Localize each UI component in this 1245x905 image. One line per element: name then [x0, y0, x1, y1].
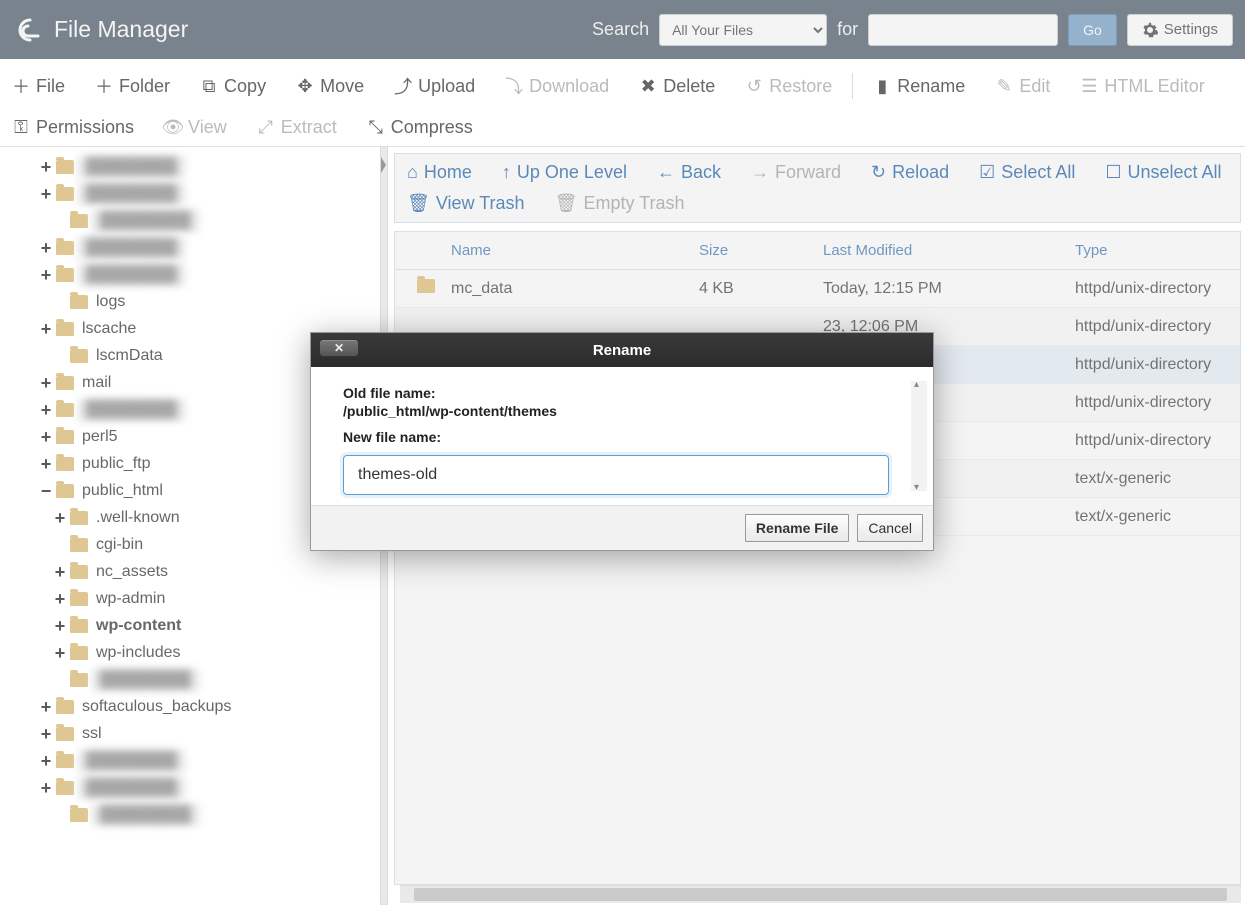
dialog-title: Rename [593, 342, 651, 359]
cancel-button[interactable]: Cancel [857, 514, 923, 542]
dialog-title-bar[interactable]: ✕ Rename [311, 333, 933, 367]
dialog-scrollbar[interactable] [911, 381, 927, 491]
close-icon: ✕ [334, 341, 344, 355]
rename-file-button[interactable]: Rename File [745, 514, 849, 542]
rename-dialog: ✕ Rename Old file name: /public_html/wp-… [310, 332, 934, 551]
new-name-label: New file name: [343, 429, 909, 445]
new-name-input[interactable] [343, 455, 889, 495]
old-name-label: Old file name: [343, 385, 909, 401]
close-button[interactable]: ✕ [319, 339, 359, 357]
old-name-path: /public_html/wp-content/themes [343, 403, 909, 419]
